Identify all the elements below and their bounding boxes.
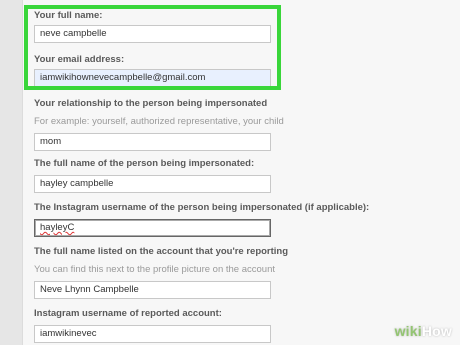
impersonated-instagram-field[interactable]: hayleyC (34, 219, 271, 237)
impersonated-name-field[interactable]: hayley campbelle (34, 175, 271, 193)
reported-name-label: The full name listed on the account that… (34, 246, 289, 257)
watermark-how: How (421, 323, 452, 339)
relationship-hint: For example: yourself, authorized repres… (34, 116, 284, 127)
relationship-label: Your relationship to the person being im… (34, 98, 268, 109)
full-name-field[interactable]: neve campbelle (34, 25, 271, 43)
impersonated-instagram-label: The Instagram username of the person bei… (34, 202, 370, 213)
wikihow-watermark: wikiHow (395, 323, 452, 339)
reported-instagram-field[interactable]: iamwikinevec (34, 325, 271, 343)
reported-instagram-label: Instagram username of reported account: (34, 308, 222, 319)
email-field[interactable]: iamwikihownevecampbelle@gmail.com (34, 69, 271, 87)
full-name-label: Your full name: (34, 10, 103, 21)
reported-name-field[interactable]: Neve Lhynn Campbelle (34, 281, 271, 299)
email-label: Your email address: (34, 54, 125, 65)
watermark-wiki: wiki (394, 323, 422, 339)
impersonated-name-label: The full name of the person being impers… (34, 158, 255, 169)
reported-name-hint: You can find this next to the profile pi… (34, 264, 276, 275)
relationship-field[interactable]: mom (34, 133, 271, 151)
